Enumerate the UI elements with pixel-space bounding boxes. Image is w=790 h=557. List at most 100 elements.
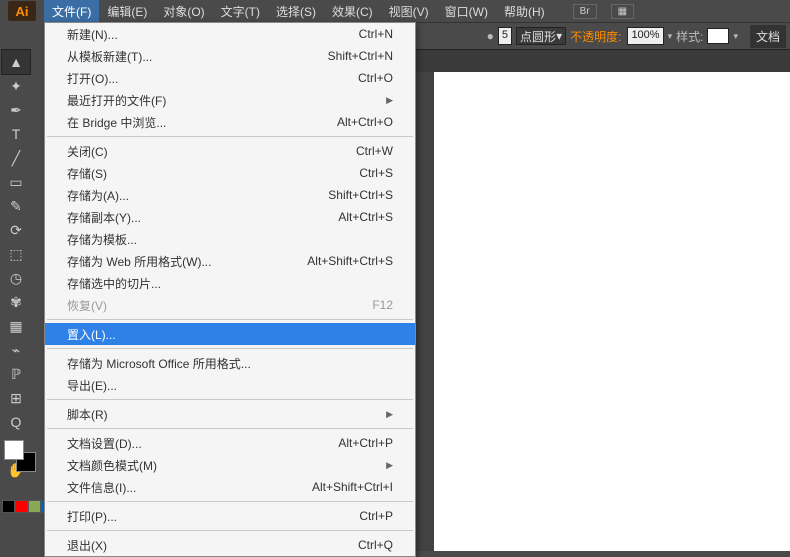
menu-选择s[interactable]: 选择(S) <box>268 0 324 23</box>
menu-separator <box>47 501 413 502</box>
menu-item[interactable]: 最近打开的文件(F) ▶ <box>45 89 415 111</box>
menu-item: 恢复(V)F12 <box>45 294 415 316</box>
fill-stroke-swatches[interactable] <box>4 440 36 472</box>
tool-6[interactable]: ✎ <box>2 194 30 218</box>
menu-item[interactable]: 关闭(C) Ctrl+W <box>45 140 415 162</box>
swatch[interactable] <box>28 500 41 513</box>
submenu-arrow-icon: ▶ <box>386 460 393 471</box>
arrange-icon[interactable]: ▦ <box>611 4 634 19</box>
menu-item-label: 在 Bridge 中浏览... <box>67 114 166 131</box>
menu-item-label: 文档颜色模式(M) <box>67 457 157 474</box>
bridge-icon[interactable]: Br <box>573 4 597 19</box>
menu-item-label: 脚本(R) <box>67 406 108 423</box>
file-menu-dropdown: 新建(N)... Ctrl+N 从模板新建(T)... Shift+Ctrl+N 打开(… <box>44 22 416 557</box>
menu-视图v[interactable]: 视图(V) <box>381 0 437 23</box>
menu-item-label: 打开(O)... <box>67 70 118 87</box>
swatch[interactable] <box>2 500 15 513</box>
menu-文字t[interactable]: 文字(T) <box>213 0 268 23</box>
app-logo: Ai <box>8 1 36 21</box>
stroke-weight-input[interactable]: 5 <box>498 27 512 45</box>
menu-item[interactable]: 存储选中的切片... <box>45 272 415 294</box>
menu-item[interactable]: 打开(O)...Ctrl+O <box>45 67 415 89</box>
menu-item[interactable]: 存储(S) Ctrl+S <box>45 162 415 184</box>
chevron-down-icon[interactable]: ▾ <box>733 31 738 42</box>
brush-profile-select[interactable]: 点圆形▾ <box>516 27 566 45</box>
fill-swatch[interactable] <box>4 440 24 460</box>
menu-item[interactable]: 新建(N)... Ctrl+N <box>45 23 415 45</box>
menu-item-label: 最近打开的文件(F) <box>67 92 166 109</box>
tool-8[interactable]: ⬚ <box>2 242 30 266</box>
tools-panel: ▲✦✒T╱▭✎⟳⬚◷✾▦⌁ℙ⊞Q⬚✋ <box>2 50 30 482</box>
menu-item[interactable]: 存储副本(Y)... Alt+Ctrl+S <box>45 206 415 228</box>
menu-文件f[interactable]: 文件(F) <box>44 0 99 23</box>
menu-item[interactable]: 文件信息(I)...Alt+Shift+Ctrl+I <box>45 476 415 498</box>
menu-separator <box>47 319 413 320</box>
tool-7[interactable]: ⟳ <box>2 218 30 242</box>
tool-1[interactable]: ✦ <box>2 74 30 98</box>
menu-item[interactable]: 存储为(A)... Shift+Ctrl+S <box>45 184 415 206</box>
tool-0[interactable]: ▲ <box>2 50 30 74</box>
tool-9[interactable]: ◷ <box>2 266 30 290</box>
menu-效果c[interactable]: 效果(C) <box>324 0 381 23</box>
tool-14[interactable]: ⊞ <box>2 386 30 410</box>
menu-item[interactable]: 脚本(R) ▶ <box>45 403 415 425</box>
menu-帮助h[interactable]: 帮助(H) <box>496 0 553 23</box>
tool-5[interactable]: ▭ <box>2 170 30 194</box>
menu-item-label: 存储(S) <box>67 165 107 182</box>
stroke-marker-icon: ● <box>487 29 494 43</box>
menu-item-shortcut: Alt+Ctrl+S <box>338 210 393 224</box>
menu-item[interactable]: 从模板新建(T)... Shift+Ctrl+N <box>45 45 415 67</box>
menu-item-label: 新建(N)... <box>67 26 118 43</box>
menu-item[interactable]: 存储为 Web 所用格式(W)...Alt+Shift+Ctrl+S <box>45 250 415 272</box>
tool-12[interactable]: ⌁ <box>2 338 30 362</box>
tool-3[interactable]: T <box>2 122 30 146</box>
tool-15[interactable]: Q <box>2 410 30 434</box>
menu-item-shortcut: Ctrl+S <box>359 166 393 180</box>
submenu-arrow-icon: ▶ <box>386 409 393 420</box>
menu-编辑e[interactable]: 编辑(E) <box>99 0 155 23</box>
menu-对象o[interactable]: 对象(O) <box>155 0 212 23</box>
document-setup-button[interactable]: 文档 <box>750 25 786 48</box>
menu-item-label: 存储为(A)... <box>67 187 129 204</box>
menu-item-label: 打印(P)... <box>67 508 117 525</box>
menu-separator <box>47 399 413 400</box>
menu-item[interactable]: 文档颜色模式(M) ▶ <box>45 454 415 476</box>
menu-item-label: 存储为模板... <box>67 231 137 248</box>
menu-item[interactable]: 在 Bridge 中浏览... Alt+Ctrl+O <box>45 111 415 133</box>
tool-2[interactable]: ✒ <box>2 98 30 122</box>
menu-item-shortcut: Ctrl+W <box>356 144 393 158</box>
opacity-label: 不透明度: <box>570 28 621 45</box>
menu-item-shortcut: Alt+Shift+Ctrl+I <box>312 480 393 494</box>
swatch[interactable] <box>15 500 28 513</box>
submenu-arrow-icon: ▶ <box>386 95 393 106</box>
menu-item[interactable]: 打印(P)...Ctrl+P <box>45 505 415 527</box>
tool-11[interactable]: ▦ <box>2 314 30 338</box>
menu-item-shortcut: Ctrl+Q <box>358 538 393 552</box>
menubar-aux-icons: Br ▦ <box>573 4 634 19</box>
tool-13[interactable]: ℙ <box>2 362 30 386</box>
menu-item-shortcut: Ctrl+N <box>359 27 393 41</box>
menu-item[interactable]: 存储为 Microsoft Office 所用格式... <box>45 352 415 374</box>
menu-item-label: 文档设置(D)... <box>67 435 142 452</box>
menu-item-shortcut: Alt+Ctrl+O <box>337 115 393 129</box>
menu-窗口w[interactable]: 窗口(W) <box>437 0 496 23</box>
menu-item[interactable]: 文档设置(D)...Alt+Ctrl+P <box>45 432 415 454</box>
menu-item-shortcut: Shift+Ctrl+S <box>328 188 393 202</box>
opacity-input[interactable]: 100% <box>627 27 663 45</box>
menu-item-label: 导出(E)... <box>67 377 117 394</box>
artboard[interactable] <box>434 72 790 551</box>
menu-item[interactable]: 导出(E)... <box>45 374 415 396</box>
menu-item[interactable]: 置入(L)... <box>45 323 415 345</box>
menu-item[interactable]: 退出(X)Ctrl+Q <box>45 534 415 556</box>
menu-item-shortcut: Shift+Ctrl+N <box>328 49 393 63</box>
chevron-down-icon[interactable]: ▾ <box>668 31 673 42</box>
menu-item-label: 关闭(C) <box>67 143 108 160</box>
menu-item-label: 存储副本(Y)... <box>67 209 141 226</box>
menu-item-label: 置入(L)... <box>67 326 116 343</box>
tool-10[interactable]: ✾ <box>2 290 30 314</box>
style-swatch[interactable] <box>707 28 729 44</box>
menu-item[interactable]: 存储为模板... <box>45 228 415 250</box>
menu-item-label: 从模板新建(T)... <box>67 48 152 65</box>
tool-4[interactable]: ╱ <box>2 146 30 170</box>
menu-item-shortcut: F12 <box>372 298 393 312</box>
